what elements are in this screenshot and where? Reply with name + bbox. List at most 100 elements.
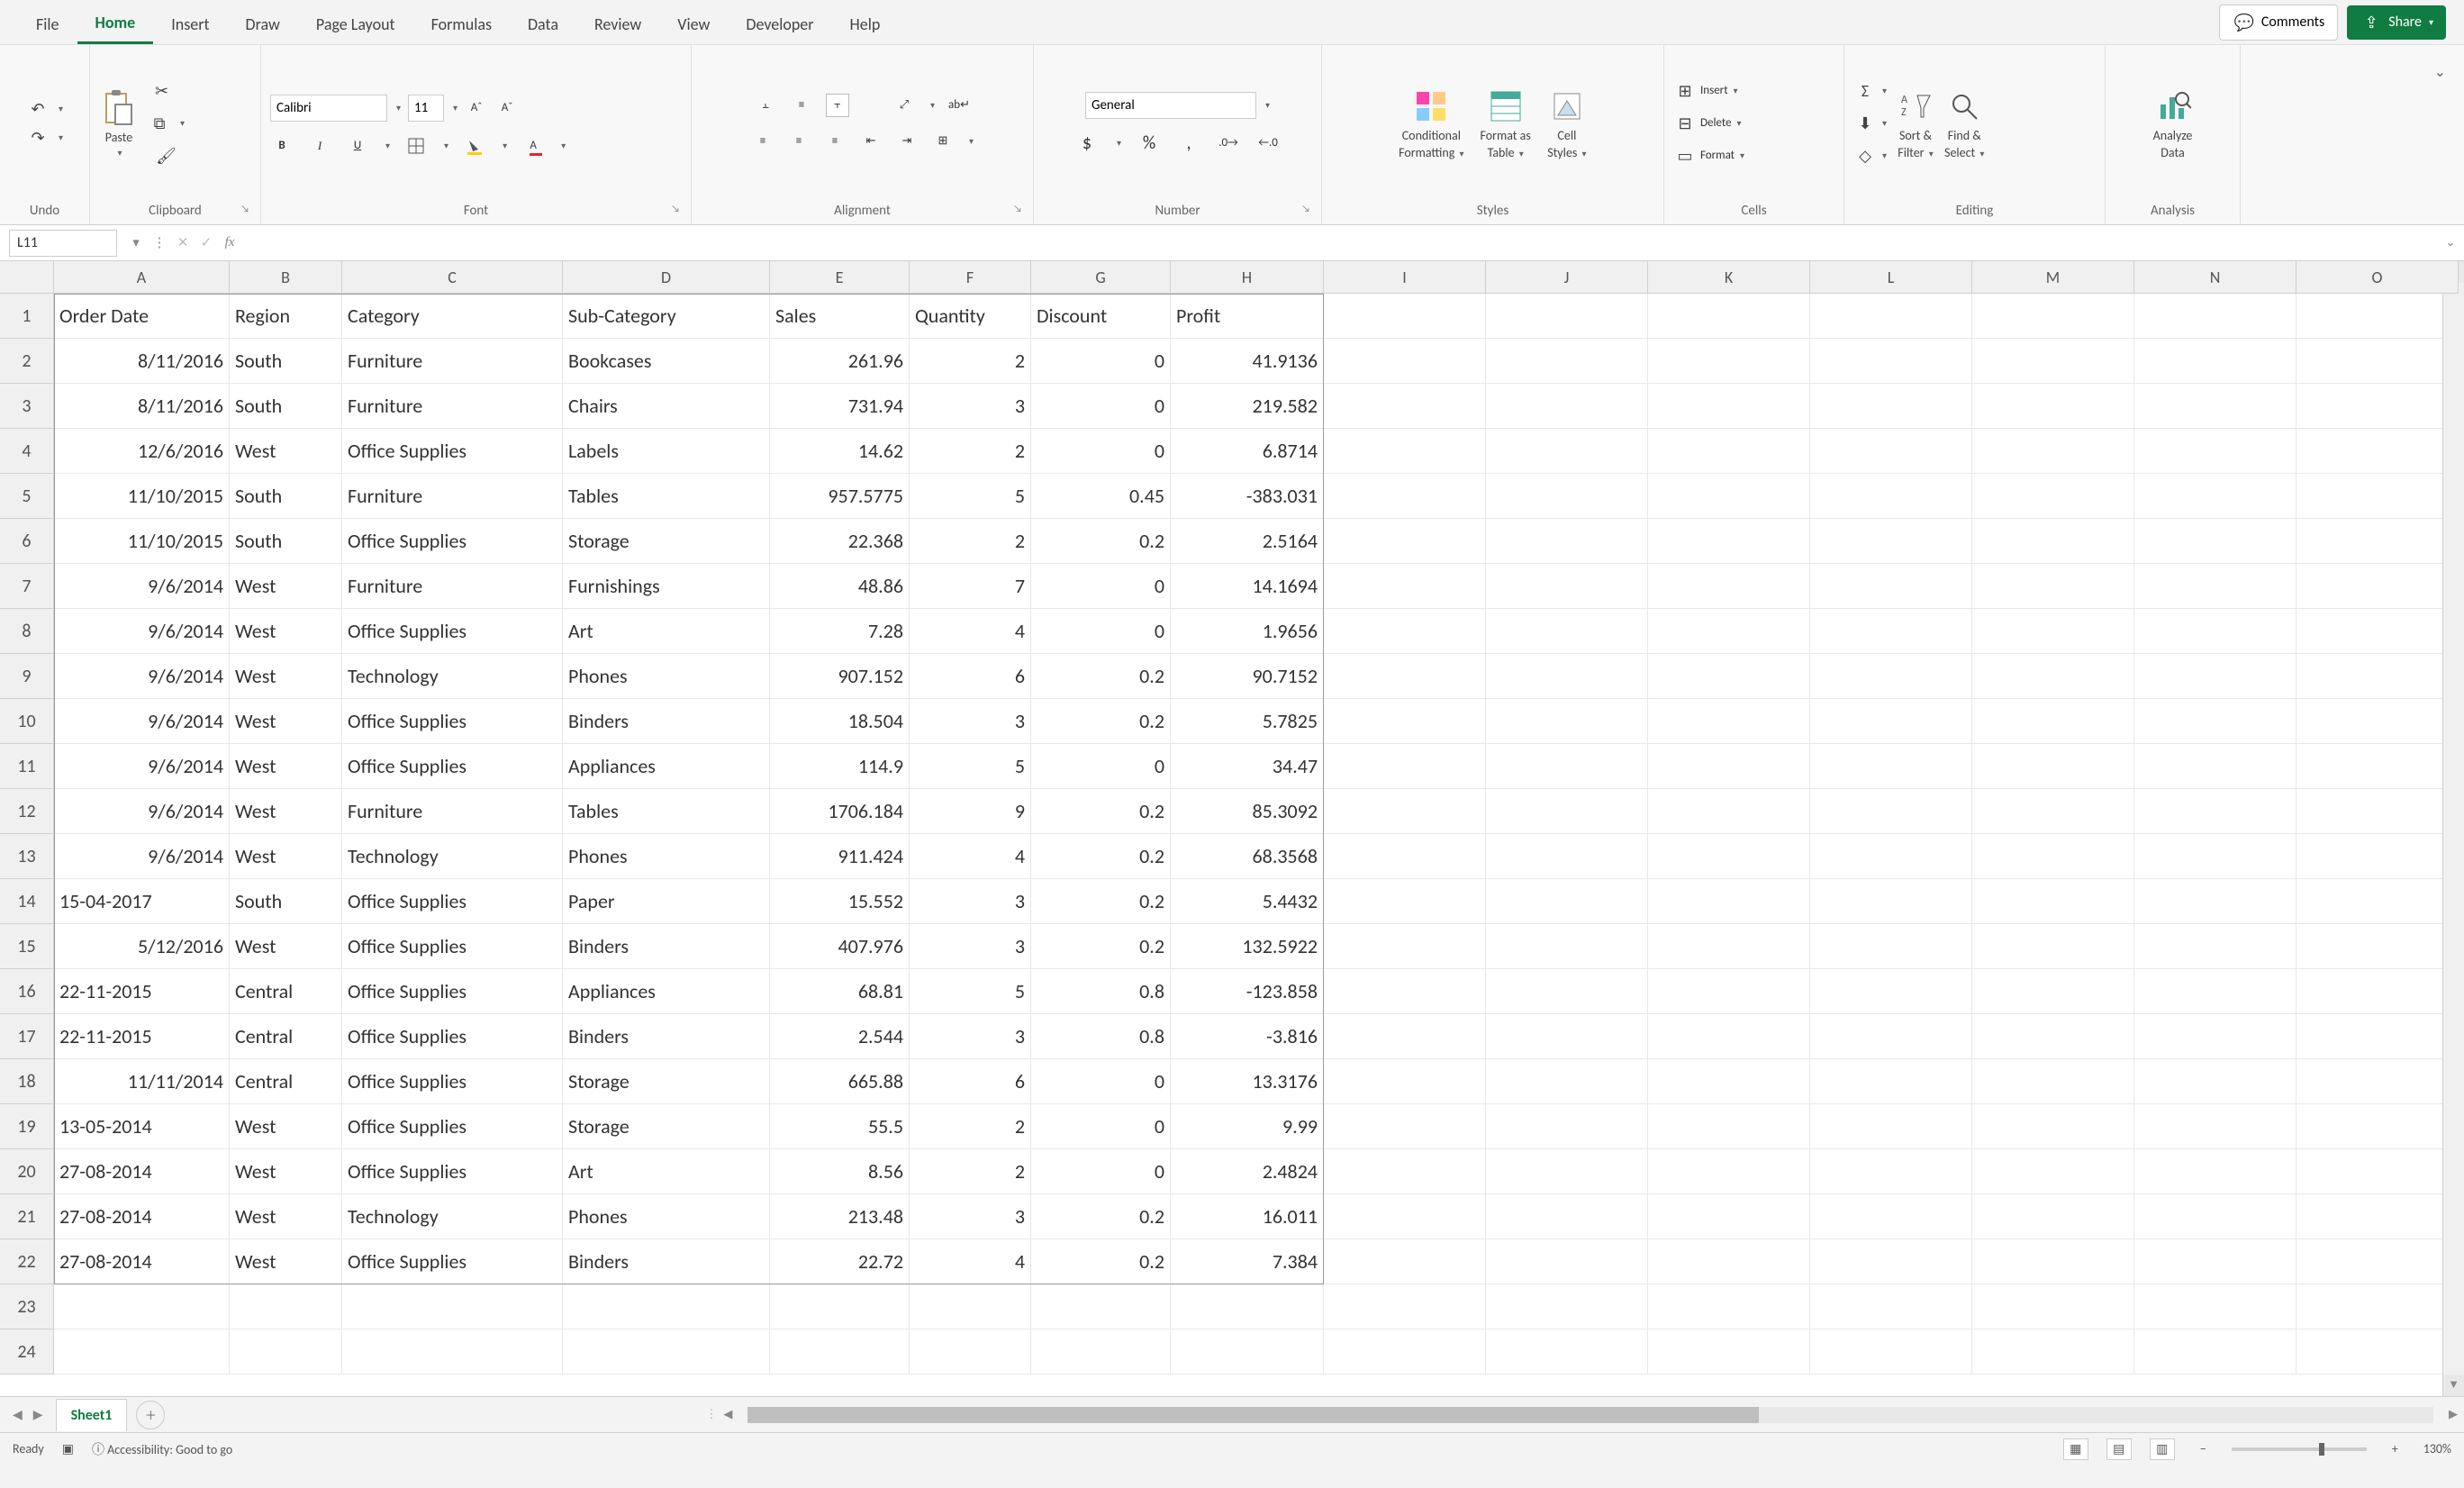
cell-M7[interactable] <box>1972 564 2134 609</box>
cell-I2[interactable] <box>1324 339 1486 384</box>
merge-center-button[interactable]: ⊞ <box>931 130 955 153</box>
cell-J4[interactable] <box>1486 429 1648 474</box>
cell-C14[interactable]: Office Supplies <box>342 879 563 924</box>
number-format-input[interactable] <box>1085 92 1256 119</box>
chevron-down-icon[interactable]: ▾ <box>59 103 63 114</box>
chevron-down-icon[interactable]: ▾ <box>969 135 974 147</box>
cell-G1[interactable]: Discount <box>1031 294 1171 339</box>
cell-O14[interactable] <box>2296 879 2459 924</box>
cell-K21[interactable] <box>1648 1194 1810 1239</box>
cell-H23[interactable] <box>1171 1284 1324 1329</box>
cell-I15[interactable] <box>1324 924 1486 969</box>
cell-N12[interactable] <box>2134 789 2296 834</box>
cell-D2[interactable]: Bookcases <box>563 339 770 384</box>
select-all-corner[interactable] <box>0 261 54 294</box>
cell-M22[interactable] <box>1972 1239 2134 1284</box>
cell-K16[interactable] <box>1648 969 1810 1014</box>
cell-G20[interactable]: 0 <box>1031 1149 1171 1194</box>
cell-F20[interactable]: 2 <box>910 1149 1031 1194</box>
column-header-C[interactable]: C <box>342 261 563 294</box>
tab-file[interactable]: File <box>18 2 77 43</box>
cell-E14[interactable]: 15.552 <box>770 879 910 924</box>
cell-B2[interactable]: South <box>230 339 342 384</box>
cell-G14[interactable]: 0.2 <box>1031 879 1171 924</box>
row-header-22[interactable]: 22 <box>0 1239 54 1284</box>
column-header-F[interactable]: F <box>910 261 1031 294</box>
split-handle-icon[interactable]: ⋮ <box>705 1408 717 1421</box>
dialog-launcher-icon[interactable]: ↘ <box>1301 203 1310 214</box>
cell-A2[interactable]: 8/11/2016 <box>54 339 230 384</box>
cell-C7[interactable]: Furniture <box>342 564 563 609</box>
row-header-9[interactable]: 9 <box>0 654 54 699</box>
cell-O2[interactable] <box>2296 339 2459 384</box>
cell-I17[interactable] <box>1324 1014 1486 1059</box>
cell-N23[interactable] <box>2134 1284 2296 1329</box>
cell-K4[interactable] <box>1648 429 1810 474</box>
cell-M9[interactable] <box>1972 654 2134 699</box>
cell-G10[interactable]: 0.2 <box>1031 699 1171 744</box>
cell-G11[interactable]: 0 <box>1031 744 1171 789</box>
align-left-button[interactable]: ≡ <box>751 130 775 153</box>
cell-H16[interactable]: -123.858 <box>1171 969 1324 1014</box>
cell-J20[interactable] <box>1486 1149 1648 1194</box>
cell-F18[interactable]: 6 <box>910 1059 1031 1104</box>
name-box[interactable]: L11 <box>9 230 117 257</box>
cell-E3[interactable]: 731.94 <box>770 384 910 429</box>
zoom-in-button[interactable]: + <box>2385 1441 2405 1456</box>
cell-F16[interactable]: 5 <box>910 969 1031 1014</box>
cell-N18[interactable] <box>2134 1059 2296 1104</box>
cell-M10[interactable] <box>1972 699 2134 744</box>
cell-F12[interactable]: 9 <box>910 789 1031 834</box>
increase-indent-button[interactable]: ⇥ <box>895 130 919 153</box>
cell-F4[interactable]: 2 <box>910 429 1031 474</box>
cell-D1[interactable]: Sub-Category <box>563 294 770 339</box>
cell-J23[interactable] <box>1486 1284 1648 1329</box>
cell-B13[interactable]: West <box>230 834 342 879</box>
tab-draw[interactable]: Draw <box>228 2 298 43</box>
cell-L19[interactable] <box>1810 1104 1972 1149</box>
column-header-K[interactable]: K <box>1648 261 1810 294</box>
normal-view-button[interactable]: ▦ <box>2063 1438 2088 1460</box>
cell-I23[interactable] <box>1324 1284 1486 1329</box>
cell-A21[interactable]: 27-08-2014 <box>54 1194 230 1239</box>
cell-E10[interactable]: 18.504 <box>770 699 910 744</box>
sort-filter-button[interactable]: AZ Sort & Filter ▾ <box>1896 86 1935 160</box>
cell-E13[interactable]: 911.424 <box>770 834 910 879</box>
cell-E11[interactable]: 114.9 <box>770 744 910 789</box>
cell-E7[interactable]: 48.86 <box>770 564 910 609</box>
cell-I10[interactable] <box>1324 699 1486 744</box>
cell-K8[interactable] <box>1648 609 1810 654</box>
cell-M23[interactable] <box>1972 1284 2134 1329</box>
cell-B24[interactable] <box>230 1329 342 1375</box>
cell-O9[interactable] <box>2296 654 2459 699</box>
cell-O4[interactable] <box>2296 429 2459 474</box>
chevron-down-icon[interactable]: ▾ <box>1734 85 1738 96</box>
cell-K23[interactable] <box>1648 1284 1810 1329</box>
underline-button[interactable]: U <box>346 134 369 158</box>
cell-C24[interactable] <box>342 1329 563 1375</box>
cell-H7[interactable]: 14.1694 <box>1171 564 1324 609</box>
cell-K18[interactable] <box>1648 1059 1810 1104</box>
cell-L14[interactable] <box>1810 879 1972 924</box>
cell-N11[interactable] <box>2134 744 2296 789</box>
cell-H17[interactable]: -3.816 <box>1171 1014 1324 1059</box>
row-header-17[interactable]: 17 <box>0 1014 54 1059</box>
row-header-21[interactable]: 21 <box>0 1194 54 1239</box>
cell-O17[interactable] <box>2296 1014 2459 1059</box>
cell-D5[interactable]: Tables <box>563 474 770 519</box>
font-name-input[interactable] <box>270 95 387 122</box>
cell-G22[interactable]: 0.2 <box>1031 1239 1171 1284</box>
cell-I24[interactable] <box>1324 1329 1486 1375</box>
cell-E24[interactable] <box>770 1329 910 1375</box>
cell-H18[interactable]: 13.3176 <box>1171 1059 1324 1104</box>
cell-M15[interactable] <box>1972 924 2134 969</box>
cell-A1[interactable]: Order Date <box>54 294 230 339</box>
cell-F11[interactable]: 5 <box>910 744 1031 789</box>
cell-B12[interactable]: West <box>230 789 342 834</box>
cell-B15[interactable]: West <box>230 924 342 969</box>
row-header-20[interactable]: 20 <box>0 1149 54 1194</box>
cell-O21[interactable] <box>2296 1194 2459 1239</box>
cell-A9[interactable]: 9/6/2014 <box>54 654 230 699</box>
cell-I4[interactable] <box>1324 429 1486 474</box>
cut-button[interactable]: ✂ <box>150 79 183 103</box>
